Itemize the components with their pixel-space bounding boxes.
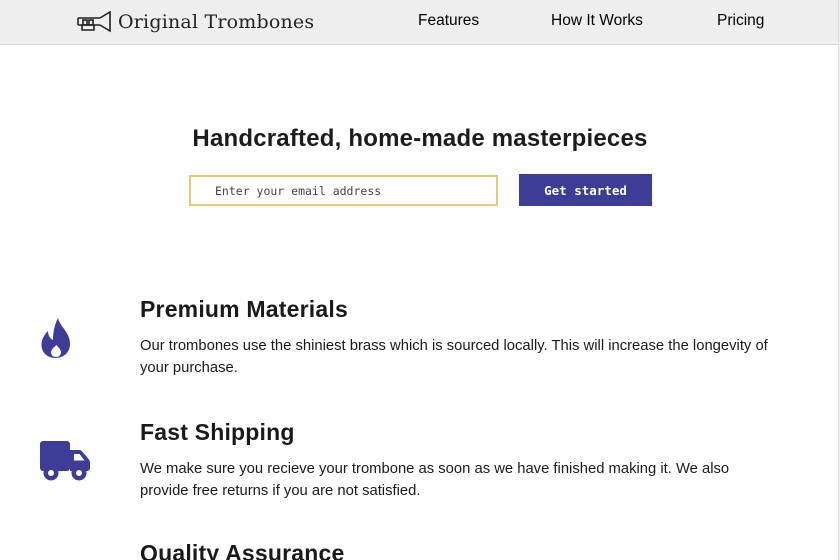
logo-text: Original Trombones xyxy=(118,11,315,33)
feature-description: Our trombones use the shiniest brass whi… xyxy=(140,338,768,376)
nav-link-features[interactable]: Features xyxy=(418,12,479,30)
nav-link-how-it-works[interactable]: How It Works xyxy=(551,12,643,30)
header: Original Trombones Features How It Works… xyxy=(0,0,838,45)
logo[interactable]: Original Trombones xyxy=(76,8,314,36)
trombone-icon xyxy=(77,11,111,33)
feature-description: We make sure you recieve your trombone a… xyxy=(140,461,730,499)
get-started-button[interactable]: Get started xyxy=(519,174,652,206)
feature-title: Premium Materials xyxy=(140,296,348,322)
fire-icon xyxy=(41,318,70,358)
truck-icon xyxy=(40,441,90,481)
hero-title: Handcrafted, home-made masterpieces xyxy=(192,125,648,152)
email-input[interactable] xyxy=(189,175,498,206)
feature-title: Fast Shipping xyxy=(140,419,295,445)
nav-link-pricing[interactable]: Pricing xyxy=(717,12,764,30)
feature-title: Quality Assurance xyxy=(140,540,345,560)
